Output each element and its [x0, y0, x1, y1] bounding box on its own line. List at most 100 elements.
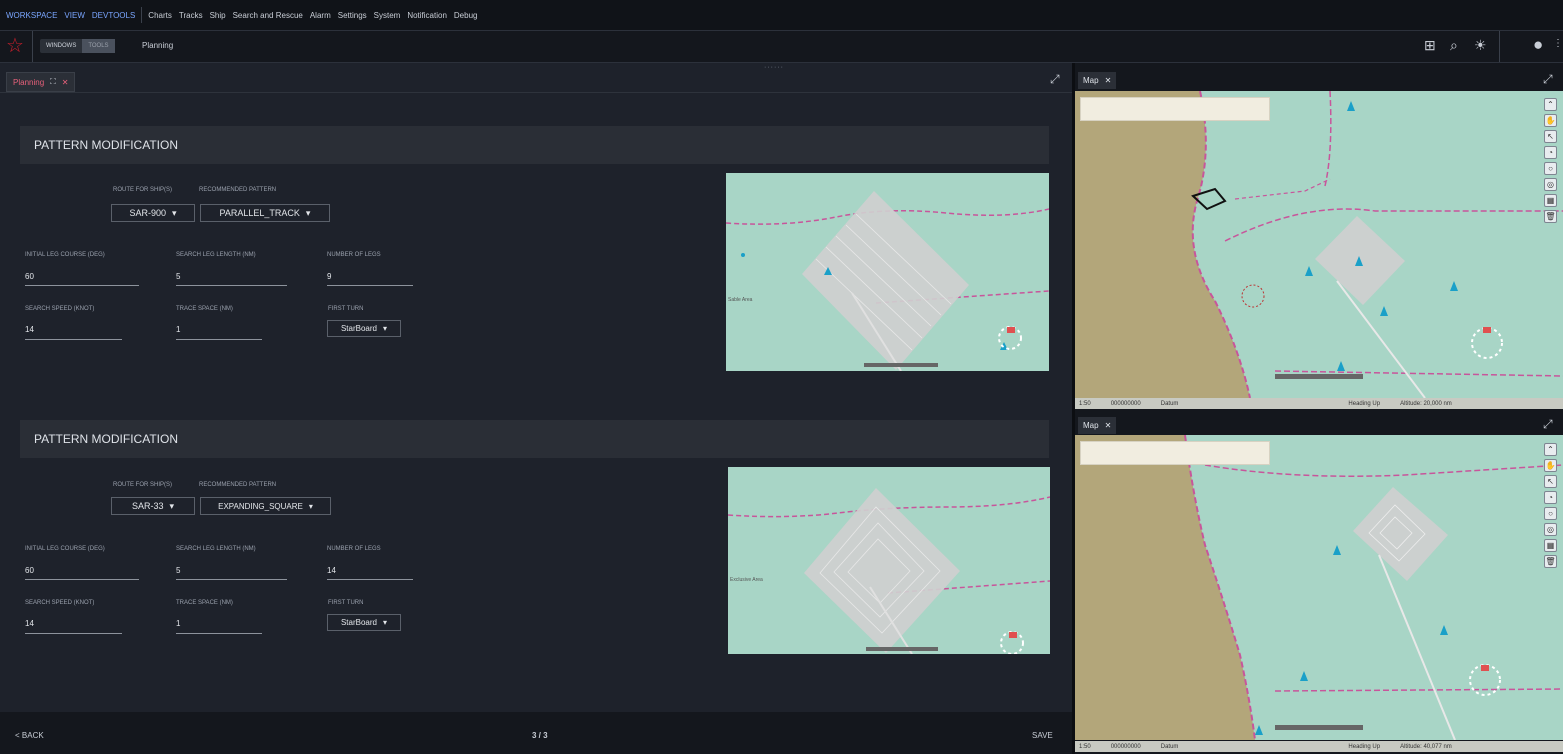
save-button[interactable]: SAVE — [1032, 731, 1053, 740]
brightness-icon[interactable]: ☀ — [1474, 37, 1487, 54]
tab-divider — [0, 92, 1072, 93]
search-leg-input[interactable]: 5 — [176, 272, 180, 281]
circle-tool-icon[interactable]: ○ — [1544, 507, 1557, 520]
route-select[interactable]: SAR-33 ▾ — [111, 497, 195, 515]
map-scale: 1:50 — [1079, 743, 1091, 750]
star-logo-icon: ☆ — [6, 35, 24, 57]
pattern-preview-map[interactable]: Exclusive Area — [728, 467, 1050, 654]
cursor-tool-icon[interactable]: ↖ — [1544, 130, 1557, 143]
input-underline — [176, 285, 287, 286]
speed-input[interactable]: 14 — [25, 619, 34, 628]
pattern-value: EXPANDING_SQUARE — [218, 501, 303, 511]
first-turn-select[interactable]: StarBoard ▾ — [327, 320, 401, 337]
first-turn-select[interactable]: StarBoard ▾ — [327, 614, 401, 631]
menu-devtools[interactable]: DEVTOOLS — [92, 11, 135, 20]
map-heading: Heading Up — [1348, 743, 1381, 750]
pattern-tool-icon[interactable]: ▦ — [1544, 539, 1557, 552]
trace-label: TRACE SPACE (NM) — [176, 306, 233, 312]
maximize-icon[interactable]: ⤢ — [1543, 72, 1553, 87]
delete-icon[interactable]: 🗑 — [1544, 555, 1557, 568]
menu-debug[interactable]: Debug — [454, 11, 478, 20]
trace-label: TRACE SPACE (NM) — [176, 600, 233, 606]
windows-toggle[interactable]: WINDOWS — [40, 39, 82, 53]
trace-input[interactable]: 1 — [176, 325, 180, 334]
input-underline — [25, 579, 139, 580]
map-altitude: Altitude: 40,077 nm — [1400, 743, 1452, 750]
pan-hand-icon[interactable]: ✋ — [1544, 459, 1557, 472]
pattern-select[interactable]: EXPANDING_SQUARE ▾ — [200, 497, 331, 515]
maximize-icon[interactable]: ⤢ — [1543, 417, 1553, 432]
pattern-preview-map[interactable]: Sable Area — [726, 173, 1049, 371]
menu-settings[interactable]: Settings — [338, 11, 367, 20]
map-scale: 1:50 — [1079, 400, 1091, 407]
user-account-icon[interactable]: ● — [1533, 35, 1543, 55]
cursor-tool-icon[interactable]: ↖ — [1544, 475, 1557, 488]
initial-leg-input[interactable]: 60 — [25, 272, 34, 281]
map-area-label: Exclusive Area — [730, 577, 763, 583]
range-ring-icon[interactable]: ◎ — [1544, 178, 1557, 191]
chart-map-bottom[interactable] — [1075, 435, 1563, 740]
menu-tracks[interactable]: Tracks — [179, 11, 203, 20]
map-search-box[interactable] — [1080, 441, 1270, 465]
chart-map-top-svg — [1075, 91, 1563, 398]
map-status-bar: 1:50 000000000 Datum Heading Up Altitude… — [1075, 398, 1563, 409]
collapse-icon[interactable]: ⌃ — [1544, 98, 1557, 111]
close-icon[interactable]: ✕ — [1105, 421, 1112, 430]
breadcrumb: Planning — [142, 41, 174, 50]
speed-input[interactable]: 14 — [25, 325, 34, 334]
card-title: PATTERN MODIFICATION — [34, 138, 178, 152]
initial-leg-input[interactable]: 60 — [25, 566, 34, 575]
input-underline — [327, 579, 413, 580]
pattern-tool-icon[interactable]: ▦ — [1544, 194, 1557, 207]
initial-leg-label: INITIAL LEG COURSE (DEG) — [25, 546, 105, 552]
range-ring-icon[interactable]: ◎ — [1544, 523, 1557, 536]
first-turn-label: FIRST TURN — [328, 600, 364, 606]
close-icon[interactable]: ✕ — [62, 78, 69, 87]
measure-icon[interactable]: ◔ — [1544, 491, 1557, 504]
wizard-footer: < BACK 3 / 3 SAVE — [0, 712, 1072, 754]
delete-icon[interactable]: 🗑 — [1544, 210, 1557, 223]
search-leg-input[interactable]: 5 — [176, 566, 180, 575]
chart-map-top[interactable] — [1075, 91, 1563, 398]
map-search-box[interactable] — [1080, 97, 1270, 121]
circle-tool-icon[interactable]: ○ — [1544, 162, 1557, 175]
tab-map[interactable]: Map ✕ — [1078, 72, 1117, 89]
num-legs-input[interactable]: 9 — [327, 272, 331, 281]
close-icon[interactable]: ✕ — [1105, 76, 1112, 85]
search-icon[interactable]: ⌕ — [1450, 37, 1458, 54]
menu-charts[interactable]: Charts — [148, 11, 172, 20]
back-button[interactable]: < BACK — [15, 731, 44, 740]
popout-icon[interactable]: ⛶ — [50, 77, 56, 87]
num-legs-input[interactable]: 14 — [327, 566, 336, 575]
menu-notification[interactable]: Notification — [407, 11, 447, 20]
num-legs-label: NUMBER OF LEGS — [327, 252, 381, 258]
collapse-icon[interactable]: ⌃ — [1544, 443, 1557, 456]
tools-toggle[interactable]: TOOLS — [82, 39, 115, 53]
chart-map-bottom-svg — [1075, 435, 1563, 740]
panel-resize-grip[interactable]: ······ — [764, 64, 784, 71]
menu-workspace[interactable]: WORKSPACE — [6, 11, 57, 20]
pattern-value: PARALLEL_TRACK — [219, 208, 300, 218]
more-vertical-icon[interactable]: ⋮ — [1553, 38, 1563, 49]
menu-system[interactable]: System — [374, 11, 401, 20]
tab-map[interactable]: Map ✕ — [1078, 417, 1117, 434]
measure-icon[interactable]: ◔ — [1544, 146, 1557, 159]
menu-ship[interactable]: Ship — [210, 11, 226, 20]
menu-search-and-rescue[interactable]: Search and Rescue — [233, 11, 303, 20]
route-select[interactable]: SAR-900 ▾ — [111, 204, 195, 222]
speed-label: SEARCH SPEED (KNOT) — [25, 306, 95, 312]
pattern-preview-map-svg: Sable Area — [726, 191, 1049, 371]
menu-alarm[interactable]: Alarm — [310, 11, 331, 20]
maximize-icon[interactable]: ⤢ — [1050, 72, 1060, 87]
pattern-label: RECOMMENDED PATTERN — [199, 187, 277, 193]
tab-map-label: Map — [1083, 421, 1099, 430]
map-status-bar: 1:50 000000000 Datum Heading Up Altitude… — [1075, 741, 1563, 752]
num-legs-label: NUMBER OF LEGS — [327, 546, 381, 552]
tab-planning[interactable]: Planning ⛶ ✕ — [6, 72, 76, 92]
grid-layout-icon[interactable]: ⊞ — [1424, 37, 1436, 54]
trace-input[interactable]: 1 — [176, 619, 180, 628]
input-underline — [25, 285, 139, 286]
pan-hand-icon[interactable]: ✋ — [1544, 114, 1557, 127]
pattern-select[interactable]: PARALLEL_TRACK ▾ — [200, 204, 330, 222]
menu-view[interactable]: VIEW — [64, 11, 84, 20]
